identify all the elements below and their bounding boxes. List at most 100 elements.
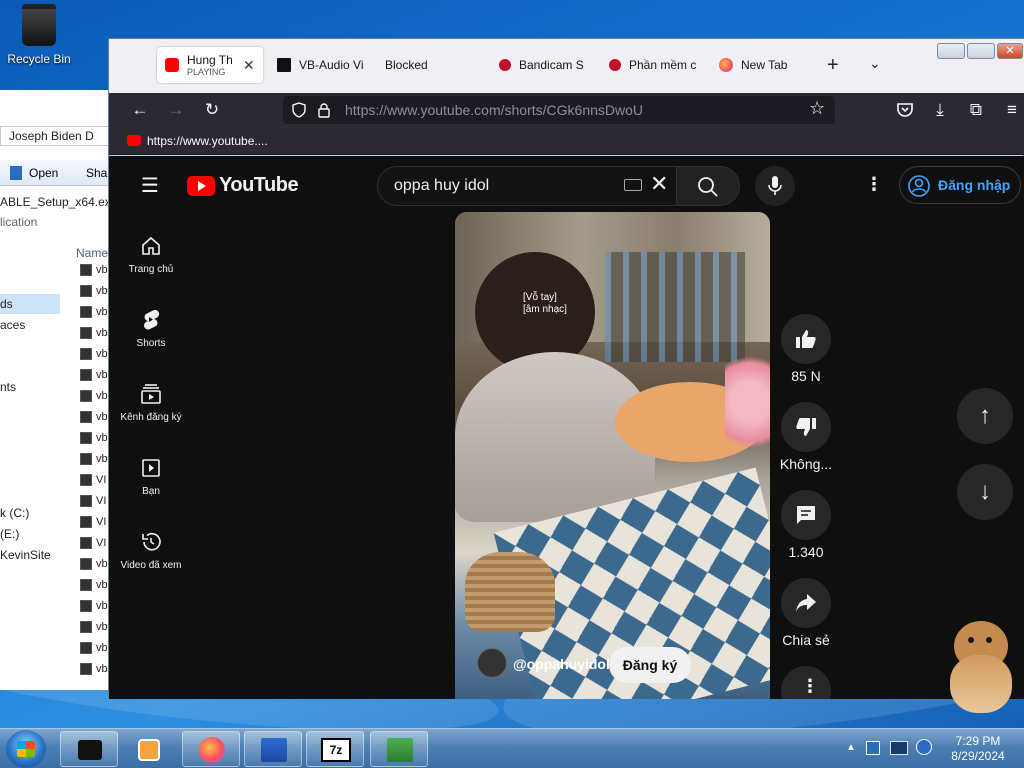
volume-icon[interactable] <box>916 739 932 755</box>
explorer-path-extra: D <box>85 129 94 143</box>
tray-app-icon[interactable] <box>866 741 880 755</box>
next-short-button[interactable]: ↓ <box>957 464 1013 520</box>
thumbs-up-icon <box>796 330 816 348</box>
column-header-name[interactable]: Name <box>76 246 108 260</box>
minimize-button[interactable] <box>937 43 965 59</box>
caption-line: [Vỗ tay] <box>523 292 557 303</box>
back-arrow-icon[interactable]: ← <box>131 101 149 119</box>
bookmarks-toolbar: https://www.youtube.... <box>109 127 1024 155</box>
sidebar-item-label: Bạn <box>142 486 160 497</box>
keyboard-icon[interactable] <box>624 179 642 191</box>
sidebar-item-home[interactable]: Trang chủ <box>113 234 189 275</box>
nav-item[interactable]: k (C:) <box>0 506 29 520</box>
account-icon <box>908 175 930 197</box>
shield-icon <box>292 102 306 118</box>
explorer-address-bar[interactable]: Joseph Biden D <box>0 126 112 146</box>
subscribe-button[interactable]: Đăng ký <box>609 647 691 683</box>
youtube-logo-text: YouTube <box>219 174 299 196</box>
dislike-button[interactable] <box>781 402 831 452</box>
start-button[interactable] <box>6 730 46 768</box>
clock[interactable]: 7:29 PM 8/29/2024 <box>946 734 1010 764</box>
sidebar-item-you[interactable]: Bạn <box>113 456 189 497</box>
search-input[interactable]: oppa huy idol ✕ <box>377 166 677 206</box>
explorer-window[interactable]: Joseph Biden D Open Sha ABLE_Setup_x64.e… <box>0 90 112 690</box>
clear-search-icon[interactable]: ✕ <box>650 173 668 195</box>
menu-hamburger-icon[interactable]: ≡ <box>1003 101 1021 119</box>
previous-short-button[interactable]: ↑ <box>957 388 1013 444</box>
new-tab-button[interactable]: + <box>827 54 839 77</box>
close-tab-icon[interactable]: ✕ <box>243 57 255 74</box>
tab-bandicam[interactable]: Bandicam S <box>491 47 601 83</box>
sidebar-item-subscriptions[interactable]: Kênh đăng ký <box>113 382 189 423</box>
forward-arrow-icon[interactable]: → <box>167 101 185 119</box>
taskbar-app-firefox[interactable] <box>182 731 240 767</box>
share-button[interactable] <box>781 578 831 628</box>
open-button[interactable]: Open <box>29 166 58 180</box>
nav-item[interactable]: (E:) <box>0 527 19 541</box>
download-icon[interactable]: ⤓ <box>931 101 949 119</box>
list-tabs-chevron-icon[interactable]: ⌄ <box>869 55 881 72</box>
voice-search-button[interactable] <box>755 166 795 206</box>
taskbar-app-bandicam[interactable] <box>60 731 118 767</box>
tab-title: Bandicam S <box>519 58 584 72</box>
taskbar-app-vb-audio[interactable] <box>370 731 428 767</box>
video-caption: [Vỗ tay] [âm nhạc] <box>523 292 567 316</box>
installer-icon <box>261 738 287 762</box>
firefox-window[interactable]: Hung Th PLAYING ✕ VB-Audio Vi Blocked Ban… <box>108 38 1024 699</box>
vb-audio-icon <box>387 738 413 762</box>
tab-phan-mem[interactable]: Phần mềm c <box>601 47 711 83</box>
taskbar-app-installer[interactable] <box>244 731 302 767</box>
extensions-icon[interactable]: ⧉ <box>967 101 985 119</box>
hamster-sticker[interactable] <box>940 615 1020 715</box>
file-icon <box>80 642 92 655</box>
pocket-icon[interactable] <box>896 102 914 118</box>
recycle-bin[interactable]: Recycle Bin <box>4 4 74 76</box>
tab-strip: Hung Th PLAYING ✕ VB-Audio Vi Blocked Ban… <box>109 39 1024 93</box>
more-actions-button[interactable]: ⋮ <box>781 666 831 699</box>
nav-item[interactable]: KevinSite <box>0 548 51 562</box>
bookmark-item[interactable]: https://www.youtube.... <box>147 134 268 148</box>
selected-file-type: lication <box>0 215 38 229</box>
url-bar[interactable]: https://www.youtube.com/shorts/CGk6nnsDw… <box>283 96 835 124</box>
show-hidden-icons-icon[interactable]: ▲ <box>846 742 856 753</box>
hamster-eye <box>986 637 992 643</box>
nav-item[interactable]: aces <box>0 318 25 332</box>
guide-menu-icon[interactable]: ☰ <box>141 176 161 196</box>
windows-logo-icon <box>17 741 35 757</box>
share-button[interactable]: Sha <box>86 166 107 180</box>
file-icon <box>80 453 92 466</box>
network-icon[interactable] <box>890 741 908 755</box>
shorts-video-player[interactable]: [Vỗ tay] [âm nhạc] @oppahuyidol Đăng ký <box>455 212 770 699</box>
selected-file-name: ABLE_Setup_x64.ex <box>0 195 111 209</box>
sidebar-item-history[interactable]: Video đã xem <box>113 530 189 571</box>
tab-blocked[interactable]: Blocked <box>377 47 477 83</box>
search-icon <box>698 177 718 197</box>
taskbar-app-7zip[interactable]: 7z <box>306 731 364 767</box>
channel-avatar[interactable] <box>477 648 507 678</box>
tab-vb-audio[interactable]: VB-Audio Vi <box>269 47 377 83</box>
tab-title: New Tab <box>741 58 788 72</box>
bookmark-star-icon[interactable]: ☆ <box>809 98 825 119</box>
microphone-icon <box>768 176 782 195</box>
maximize-button[interactable] <box>967 43 995 59</box>
history-icon <box>142 532 161 551</box>
taskbar-app-media[interactable] <box>122 731 180 767</box>
tab-new-tab[interactable]: New Tab <box>711 47 811 83</box>
nav-item[interactable]: ds <box>0 294 60 314</box>
comments-button[interactable] <box>781 490 831 540</box>
more-vertical-icon: ⋮ <box>801 676 819 696</box>
youtube-logo[interactable]: YouTube <box>187 174 299 197</box>
reload-icon[interactable]: ↻ <box>203 101 221 119</box>
nav-item[interactable]: nts <box>0 380 16 394</box>
channel-handle[interactable]: @oppahuyidol <box>513 656 610 672</box>
like-button[interactable] <box>781 314 831 364</box>
search-button[interactable] <box>676 166 740 206</box>
sidebar-item-shorts[interactable]: Shorts <box>113 308 189 349</box>
sign-in-button[interactable]: Đăng nhập <box>899 166 1021 204</box>
tab-youtube[interactable]: Hung Th PLAYING ✕ <box>157 47 263 83</box>
sidebar-item-label: Trang chủ <box>128 264 174 275</box>
sidebar-item-label: Shorts <box>136 338 166 349</box>
close-window-button[interactable]: ✕ <box>997 43 1023 59</box>
more-options-icon[interactable]: ⋮ <box>865 174 883 195</box>
video-basket <box>465 552 555 632</box>
